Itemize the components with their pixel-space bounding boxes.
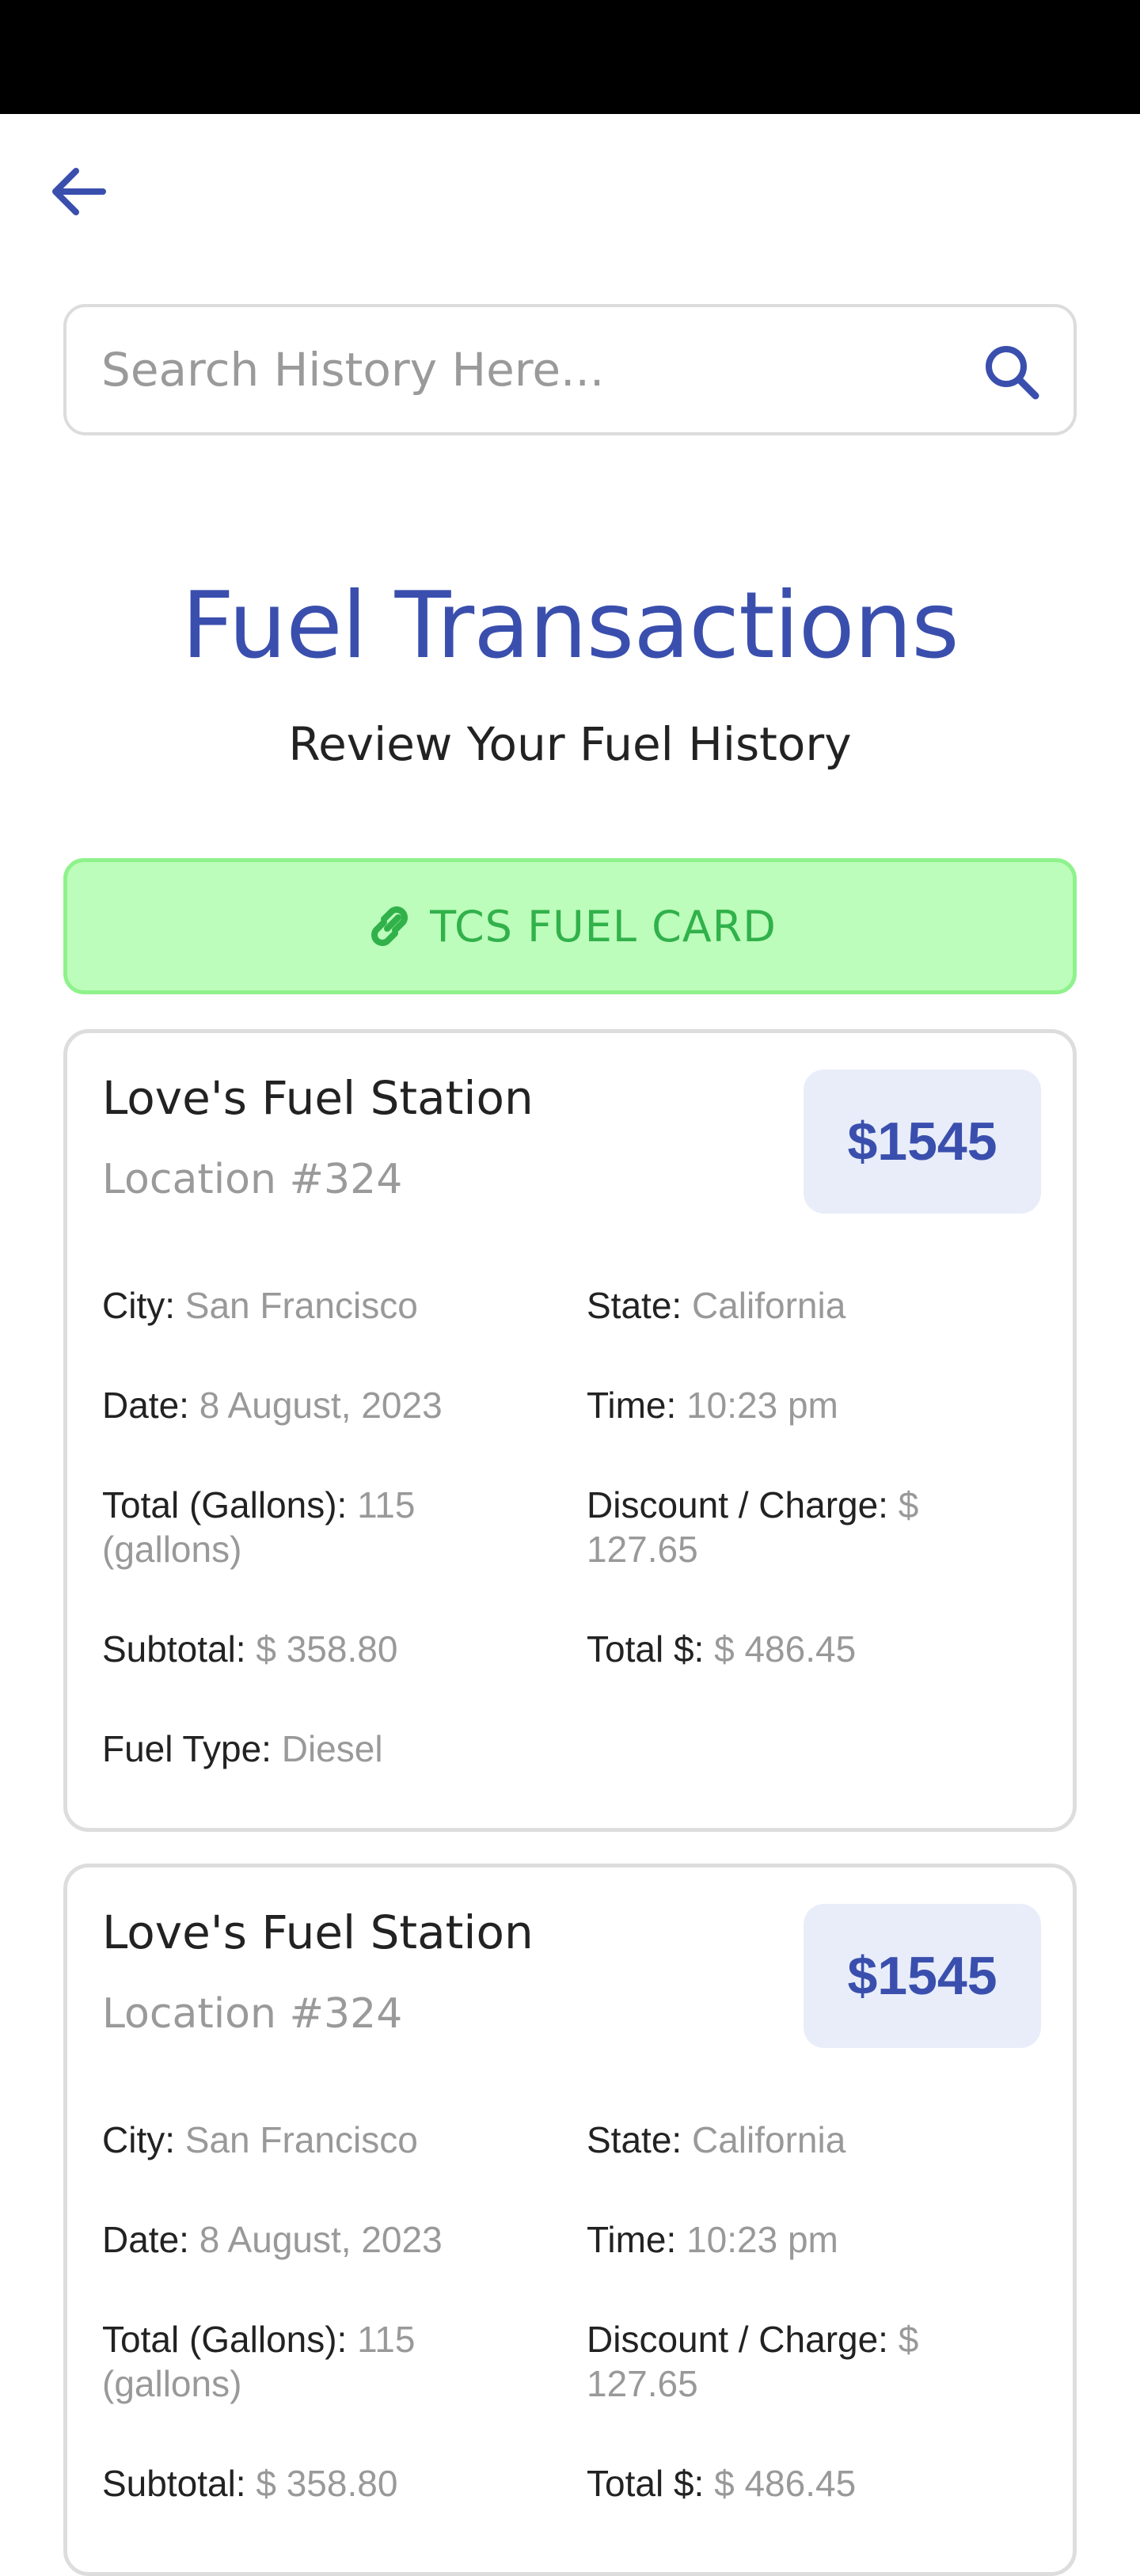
- detail-value: California: [691, 1285, 846, 1326]
- tcs-fuel-card-button[interactable]: TCS FUEL CARD: [63, 858, 1077, 994]
- detail-value: $ 358.80: [256, 2463, 398, 2504]
- fuel-card-label: TCS FUEL CARD: [430, 901, 777, 952]
- detail-value: 10:23 pm: [686, 2219, 838, 2260]
- detail-label: City:: [102, 2119, 175, 2160]
- detail-subtotal: Subtotal: $ 358.80: [102, 2461, 545, 2506]
- detail-label: Time:: [587, 1385, 677, 1426]
- transaction-card[interactable]: Love's Fuel Station Location #324 $1545 …: [63, 1029, 1077, 1832]
- amount-badge: $1545: [804, 1070, 1041, 1214]
- page-title: Fuel Transactions: [181, 572, 959, 679]
- detail-label: Discount / Charge:: [587, 2319, 888, 2360]
- amount-badge: $1545: [804, 1904, 1041, 2048]
- station-location: Location #324: [102, 1156, 403, 1203]
- detail-value: 10:23 pm: [686, 1385, 838, 1426]
- detail-date: Date: 8 August, 2023: [102, 1383, 545, 1427]
- detail-value: San Francisco: [184, 2119, 418, 2160]
- detail-total: Total $: $ 486.45: [587, 2461, 1030, 2506]
- detail-value: $ 358.80: [256, 1628, 398, 1670]
- detail-label: State:: [587, 1285, 682, 1326]
- detail-time: Time: 10:23 pm: [587, 2217, 1030, 2262]
- detail-label: Discount / Charge:: [587, 1484, 888, 1525]
- detail-fuel-type: Fuel Type: Diesel: [102, 1727, 545, 1771]
- detail-label: City:: [102, 1285, 175, 1326]
- station-location: Location #324: [102, 1990, 403, 2038]
- station-name: Love's Fuel Station: [102, 1071, 534, 1125]
- detail-date: Date: 8 August, 2023: [102, 2217, 545, 2262]
- detail-value: 8 August, 2023: [199, 1385, 443, 1426]
- detail-state: State: California: [587, 1283, 1030, 1328]
- detail-value: 8 August, 2023: [199, 2219, 443, 2260]
- transaction-card[interactable]: Love's Fuel Station Location #324 $1545 …: [63, 1864, 1077, 2576]
- detail-label: Fuel Type:: [102, 1728, 272, 1769]
- detail-value: $ 486.45: [714, 1628, 857, 1670]
- detail-label: Date:: [102, 2219, 189, 2260]
- detail-value: California: [691, 2119, 846, 2160]
- detail-value: San Francisco: [184, 1285, 418, 1326]
- detail-city: City: San Francisco: [102, 2118, 545, 2162]
- detail-gallons: Total (Gallons): 115 (gallons): [102, 1483, 498, 1571]
- detail-total: Total $: $ 486.45: [587, 1627, 1030, 1671]
- detail-label: Total $:: [587, 1628, 705, 1670]
- detail-label: Subtotal:: [102, 1628, 246, 1670]
- station-name: Love's Fuel Station: [102, 1905, 534, 1959]
- detail-gallons: Total (Gallons): 115 (gallons): [102, 2317, 498, 2406]
- detail-label: Total $:: [587, 2463, 705, 2504]
- detail-discount: Discount / Charge: $ 127.65: [587, 2317, 1030, 2406]
- detail-time: Time: 10:23 pm: [587, 1383, 1030, 1427]
- detail-label: Subtotal:: [102, 2463, 246, 2504]
- search-input[interactable]: [101, 307, 956, 432]
- arrow-left-icon: [52, 168, 106, 215]
- detail-label: Total (Gallons):: [102, 1484, 348, 1525]
- detail-subtotal: Subtotal: $ 358.80: [102, 1627, 545, 1671]
- detail-state: State: California: [587, 2118, 1030, 2162]
- detail-label: Time:: [587, 2219, 677, 2260]
- detail-label: Total (Gallons):: [102, 2319, 348, 2360]
- detail-value: $ 486.45: [714, 2463, 857, 2504]
- detail-discount: Discount / Charge: $ 127.65: [587, 1483, 1030, 1571]
- detail-value: Diesel: [281, 1728, 383, 1769]
- detail-label: Date:: [102, 1385, 189, 1426]
- link-icon: [371, 906, 408, 946]
- page-subtitle: Review Your Fuel History: [288, 717, 852, 771]
- search-icon[interactable]: [982, 342, 1042, 402]
- back-button[interactable]: [40, 155, 119, 228]
- status-bar: [0, 0, 1140, 114]
- detail-label: State:: [587, 2119, 682, 2160]
- detail-city: City: San Francisco: [102, 1283, 545, 1328]
- search-box: [63, 304, 1077, 435]
